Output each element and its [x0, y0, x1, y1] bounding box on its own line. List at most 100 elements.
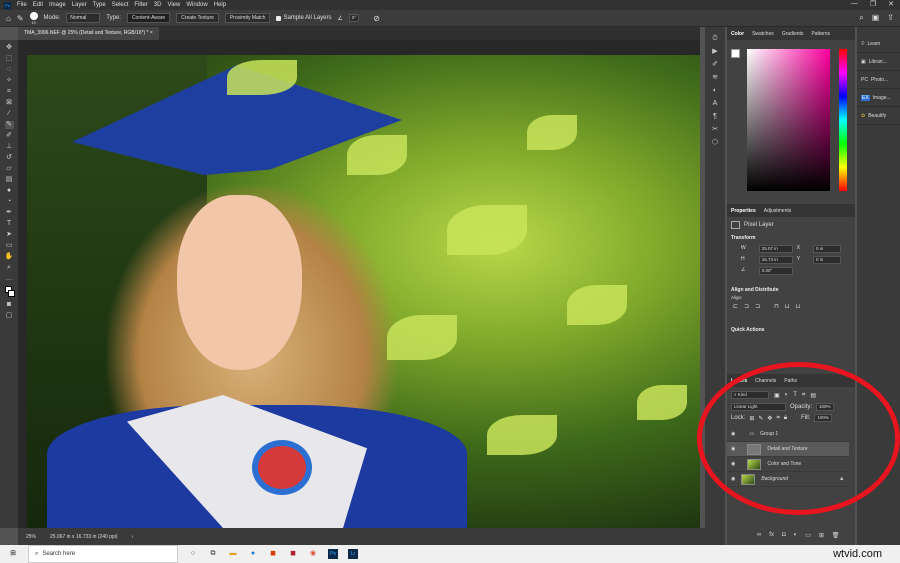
align-top-icon[interactable]: ⊓	[774, 303, 779, 310]
rotation-input[interactable]: 0.00°	[758, 267, 793, 275]
eraser-tool-icon[interactable]: ▱	[5, 165, 14, 173]
align-left-icon[interactable]: ⊏	[733, 303, 738, 310]
tab-adjustments[interactable]: Adjustments	[764, 208, 792, 214]
history-icon[interactable]: ⏱	[711, 35, 720, 43]
file-explorer-icon[interactable]: ▬	[228, 549, 238, 559]
restore-button[interactable]: ❐	[870, 0, 876, 8]
menu-3d[interactable]: 3D	[154, 2, 162, 8]
y-input[interactable]: 0 in	[813, 256, 841, 264]
brushes-icon[interactable]: ≋	[711, 74, 720, 82]
3d-icon[interactable]: ⬡	[711, 139, 720, 147]
width-input[interactable]: 25.07 in	[758, 245, 793, 253]
marquee-tool-icon[interactable]: ⬚	[5, 55, 14, 63]
transform-header[interactable]: Transform	[727, 233, 855, 243]
foreground-background-color-icon[interactable]	[4, 286, 15, 298]
quick-mask-icon[interactable]: ◙	[5, 301, 14, 309]
link-icon[interactable]: ∞	[757, 532, 761, 539]
edge-icon[interactable]: ●	[248, 549, 258, 559]
workspace-icon[interactable]: ▣	[872, 13, 880, 23]
hue-slider[interactable]	[839, 49, 847, 191]
align-middle-icon[interactable]: ⊔	[785, 303, 790, 310]
angle-input[interactable]: 0°	[348, 14, 360, 22]
minimize-button[interactable]: —	[851, 0, 858, 8]
learn-item[interactable]: 💡︎ Learn	[857, 35, 900, 53]
tab-patterns[interactable]: Patterns	[811, 31, 830, 37]
content-aware-button[interactable]: Content-Aware	[126, 13, 171, 23]
zoom-level[interactable]: 25%	[26, 534, 36, 540]
image-plugin-item[interactable]: EX Image...	[857, 89, 900, 107]
office-icon[interactable]: ◼	[268, 549, 278, 559]
create-texture-button[interactable]: Create Texture	[176, 13, 219, 23]
fx-icon[interactable]: fx	[769, 532, 774, 539]
type-tool-icon[interactable]: T	[5, 220, 14, 228]
mode-select[interactable]: Normal	[66, 13, 101, 23]
proximity-match-button[interactable]: Proximity Match	[224, 13, 271, 23]
adjustments-icon[interactable]: ◐	[711, 87, 720, 95]
mask-icon[interactable]: ◘	[782, 532, 786, 539]
delete-icon[interactable]: 🗑︎	[832, 532, 840, 539]
cortana-icon[interactable]: ○	[188, 549, 198, 559]
menu-window[interactable]: Window	[186, 2, 207, 8]
screen-mode-icon[interactable]: ▢	[5, 312, 14, 320]
align-center-icon[interactable]: ⊐	[744, 303, 749, 310]
document-tab[interactable]: TMA_3996.NEF @ 25% (Detail and Texture, …	[18, 27, 159, 40]
brush-tool-icon[interactable]: ✐	[5, 132, 14, 140]
zoom-tool-icon[interactable]: ⌕	[5, 264, 14, 272]
path-select-tool-icon[interactable]: ➤	[5, 231, 14, 239]
spot-healing-brush-icon[interactable]: ✎	[17, 14, 24, 23]
blur-tool-icon[interactable]: ●	[5, 187, 14, 195]
menu-layer[interactable]: Layer	[72, 2, 87, 8]
height-input[interactable]: 16.73 in	[758, 256, 793, 264]
eyedropper-tool-icon[interactable]: ⁄	[5, 110, 14, 118]
photoshop-taskbar-icon[interactable]: Ps	[328, 549, 338, 559]
beautify-item[interactable]: ✿ Beautify	[857, 107, 900, 125]
brush-size-picker[interactable]: 19	[29, 11, 38, 25]
align-distribute-header[interactable]: Align and Distribute	[727, 277, 855, 295]
new-layer-icon[interactable]: ⊞	[819, 532, 824, 539]
move-tool-icon[interactable]: ✥	[5, 44, 14, 52]
libraries-item[interactable]: ▣ Librari...	[857, 53, 900, 71]
tool-presets-icon[interactable]: ✂	[711, 126, 720, 134]
clone-stamp-tool-icon[interactable]: ⊥	[5, 143, 14, 151]
status-menu-arrow-icon[interactable]: ›	[132, 534, 134, 540]
new-group-icon[interactable]: ▭	[805, 532, 811, 539]
pen-tool-icon[interactable]: ✒	[5, 209, 14, 217]
align-right-icon[interactable]: ⊐	[755, 303, 760, 310]
taskbar-search-box[interactable]: ⌕ Search here	[28, 545, 178, 563]
frame-tool-icon[interactable]: ⊠	[5, 99, 14, 107]
fg-bg-swatch-icon[interactable]	[731, 49, 740, 58]
adjustment-layer-icon[interactable]: ◐	[794, 532, 798, 539]
windows-start-icon[interactable]: ⊞	[8, 549, 18, 559]
close-button[interactable]: ✕	[888, 0, 894, 8]
sample-all-layers-checkbox[interactable]: Sample All Layers	[276, 15, 331, 21]
menu-view[interactable]: View	[167, 2, 180, 8]
menu-edit[interactable]: Edit	[33, 2, 43, 8]
healing-brush-tool-icon[interactable]: ✎	[4, 121, 14, 129]
pressure-icon[interactable]: ⊘	[373, 14, 380, 23]
menu-type[interactable]: Type	[93, 2, 106, 8]
color-picker-field[interactable]	[747, 49, 830, 191]
dodge-tool-icon[interactable]: ◔	[5, 198, 14, 206]
shape-tool-icon[interactable]: ▭	[5, 242, 14, 250]
align-bottom-icon[interactable]: ⊔	[795, 303, 800, 310]
home-icon[interactable]: ⌂	[6, 14, 11, 23]
tab-properties[interactable]: Properties	[731, 208, 756, 214]
tab-swatches[interactable]: Swatches	[752, 31, 774, 37]
tab-gradients[interactable]: Gradients	[782, 31, 804, 37]
x-input[interactable]: 0 in	[813, 245, 841, 253]
paragraph-icon[interactable]: ¶	[711, 113, 720, 121]
menu-select[interactable]: Select	[112, 2, 129, 8]
actions-icon[interactable]: ▶	[711, 48, 720, 56]
character-icon[interactable]: A	[711, 100, 720, 108]
menu-help[interactable]: Help	[214, 2, 226, 8]
gradient-tool-icon[interactable]: ▤	[5, 176, 14, 184]
brush-settings-icon[interactable]: ✐	[711, 61, 720, 69]
menu-filter[interactable]: Filter	[134, 2, 147, 8]
close-tab-icon[interactable]: ×	[150, 30, 153, 36]
quick-select-tool-icon[interactable]: ✧	[5, 77, 14, 85]
quick-actions-header[interactable]: Quick Actions	[727, 313, 855, 335]
lightroom-taskbar-icon[interactable]: Lr	[348, 549, 358, 559]
task-view-icon[interactable]: ⧉	[208, 549, 218, 559]
menu-image[interactable]: Image	[49, 2, 66, 8]
chrome-icon[interactable]: ◉	[308, 549, 318, 559]
